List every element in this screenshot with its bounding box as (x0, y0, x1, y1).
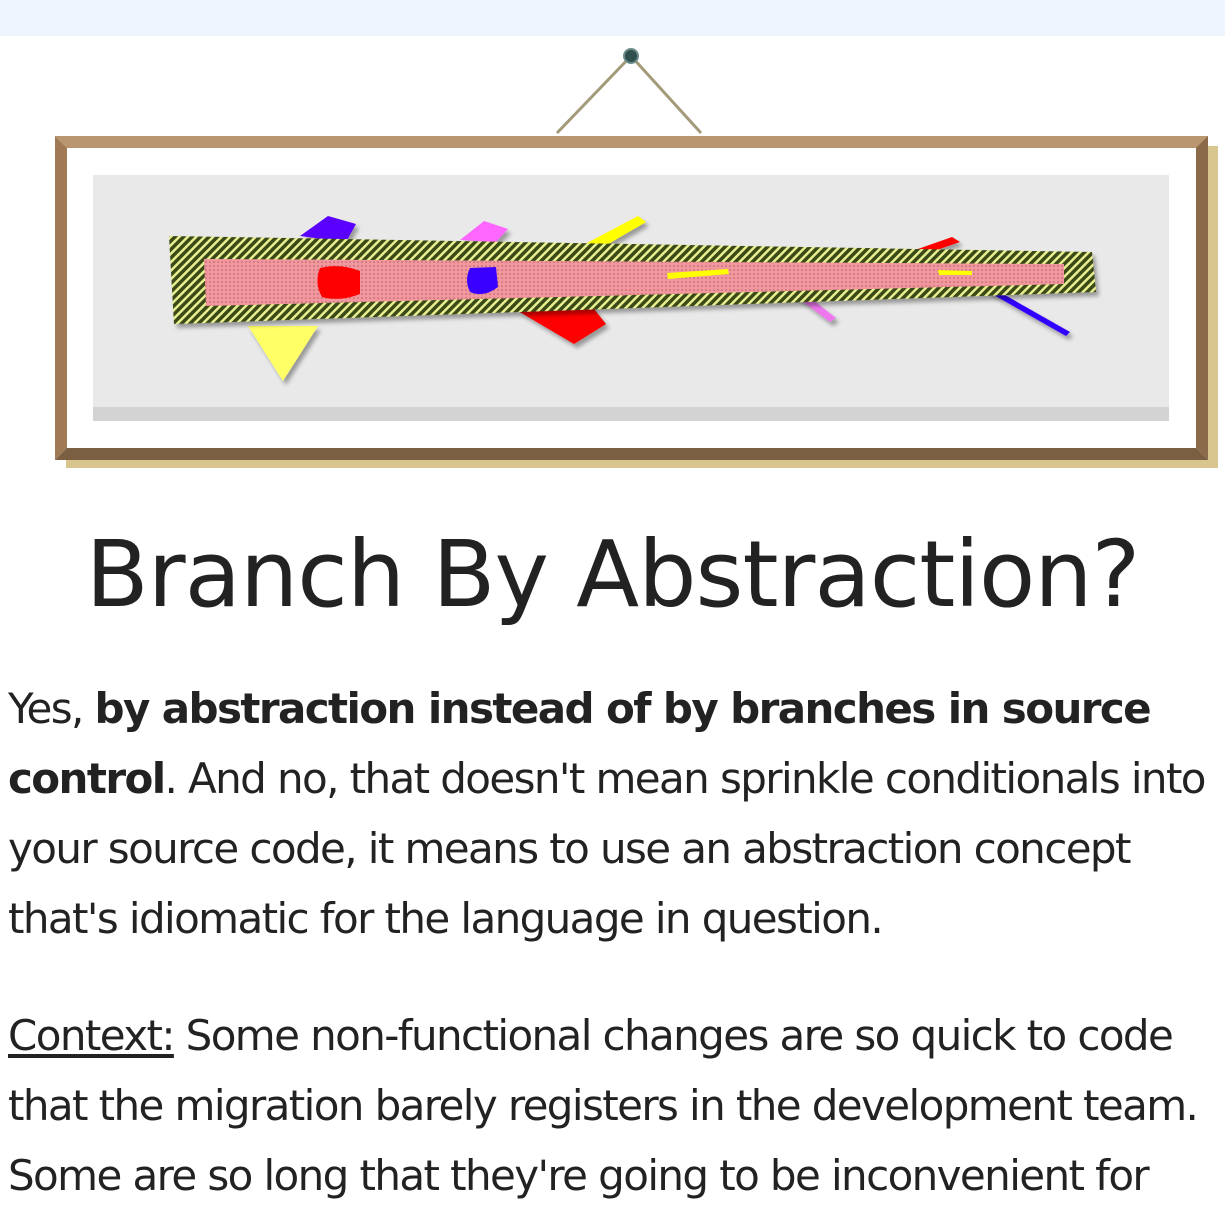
hanging-wire-right (629, 54, 703, 135)
intro-rest-line2: . And no, that doesn't mean sprinkle con… (164, 754, 1207, 803)
context-label: Context: (8, 1011, 175, 1060)
branch-illustration (55, 48, 1218, 468)
intro-bold-line2: control (8, 754, 166, 803)
intro-paragraph: Yes, by abstraction instead of by branch… (8, 674, 1225, 954)
intro-line4: that's idiomatic for the language in que… (8, 894, 884, 943)
hanging-picture (0, 36, 1225, 476)
intro-lead: Yes, (8, 684, 95, 733)
context-line2: that the migration barely registers in t… (8, 1081, 1199, 1130)
branch-mark-blue (467, 267, 498, 295)
context-line3: Some are so long that they're going to b… (8, 1151, 1150, 1200)
context-rest-line1: Some non-functional changes are so quick… (173, 1011, 1174, 1060)
context-paragraph: Context: Some non-functional changes are… (8, 1001, 1225, 1211)
nail-icon (623, 48, 639, 64)
intro-bold: by abstraction instead of by branches in… (94, 684, 1152, 733)
page-title: Branch By Abstraction? (85, 521, 1141, 628)
branch-mark-red (317, 266, 360, 299)
top-bar (0, 0, 1225, 36)
intro-line3: your source code, it means to use an abs… (8, 824, 1131, 873)
hanging-wire-left (555, 54, 633, 135)
